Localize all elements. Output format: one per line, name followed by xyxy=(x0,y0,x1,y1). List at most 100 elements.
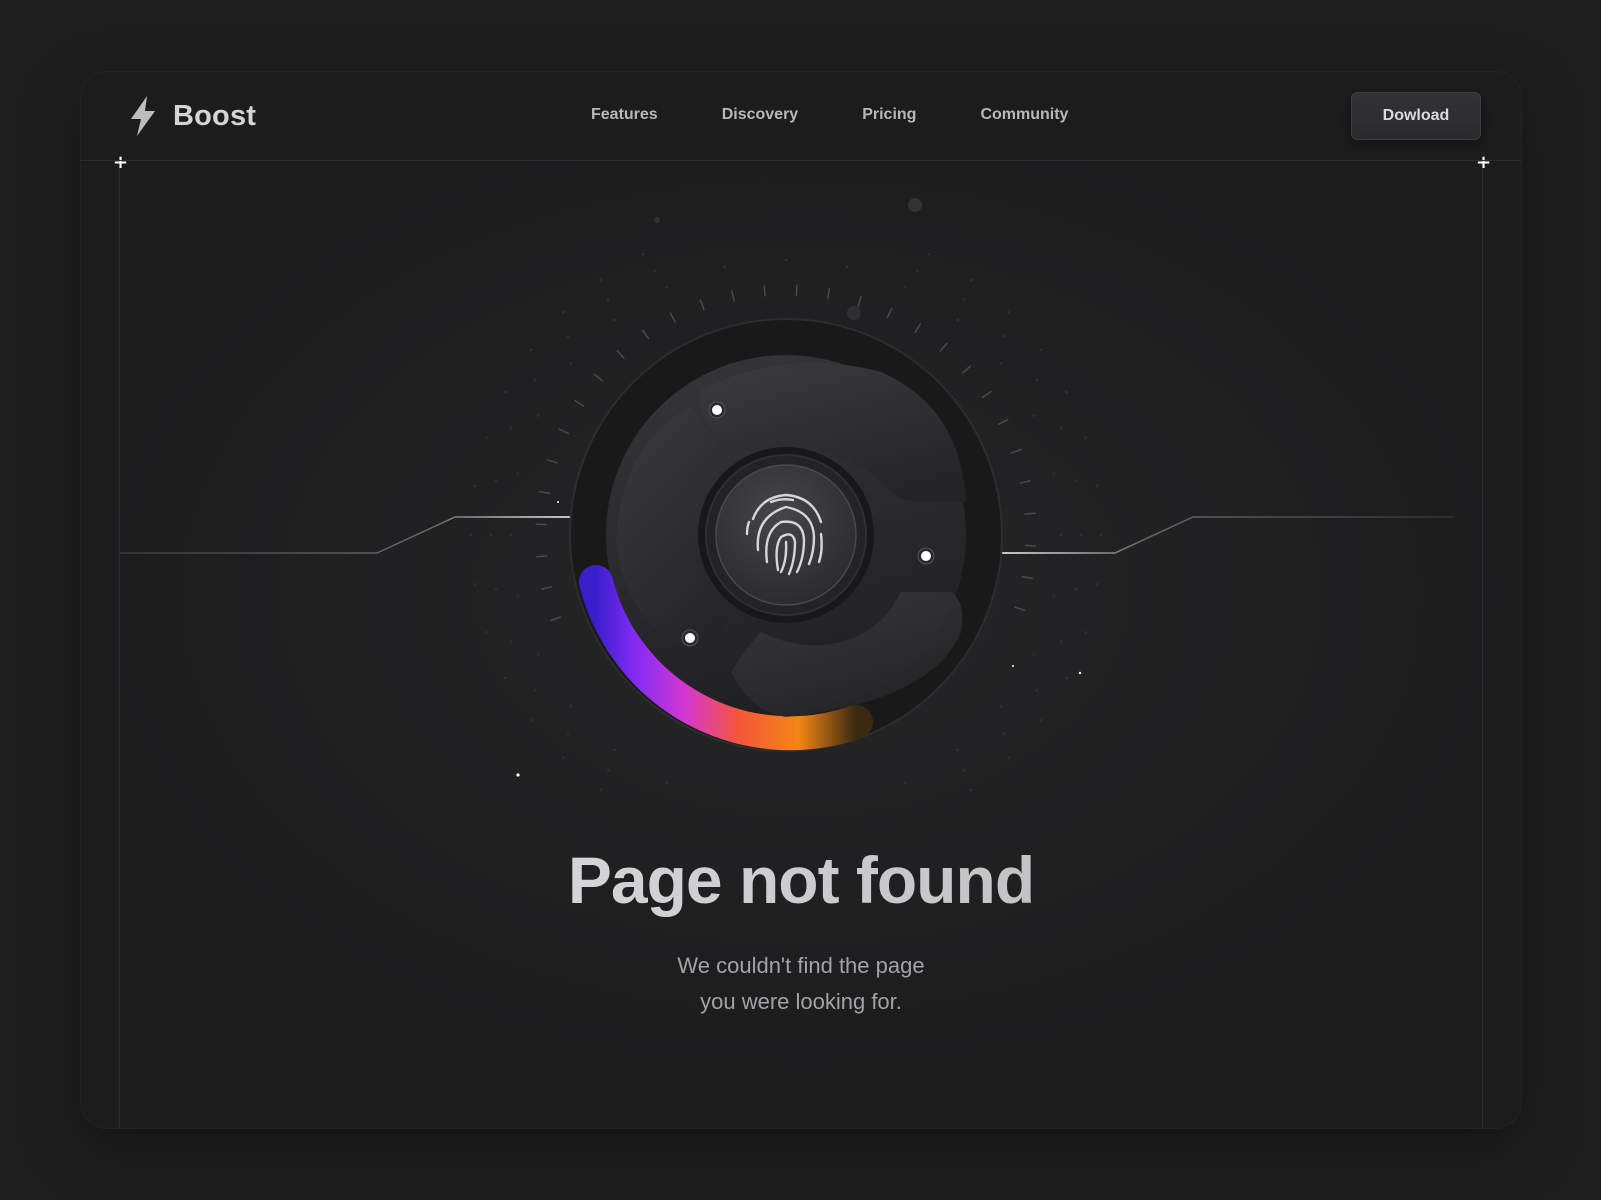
grid-dot xyxy=(1095,582,1099,586)
grid-dot xyxy=(529,718,533,722)
grid-dot xyxy=(469,533,473,537)
brand-logo[interactable]: Boost xyxy=(127,94,256,138)
grid-dot xyxy=(489,533,493,537)
grid-dot xyxy=(494,479,498,483)
grid-dot xyxy=(784,258,788,262)
grid-dot xyxy=(606,769,610,772)
subtitle-line-2: you were looking for. xyxy=(700,989,902,1014)
grid-dot xyxy=(473,484,477,488)
grid-dot xyxy=(566,732,570,736)
grid-dot xyxy=(529,348,533,352)
grid-dot xyxy=(613,748,616,752)
subtitle-line-1: We couldn't find the page xyxy=(677,953,925,978)
page-subtitle: We couldn't find the page you were looki… xyxy=(601,948,1001,1020)
grid-dot xyxy=(509,427,513,430)
grid-dot xyxy=(723,265,727,269)
grid-dot xyxy=(927,252,931,256)
grid-dot xyxy=(969,788,973,792)
grid-dot xyxy=(1032,414,1036,418)
nav-link-features[interactable]: Features xyxy=(591,102,658,128)
grid-dot xyxy=(485,436,488,440)
grid-dot xyxy=(1039,348,1043,352)
grid-dot xyxy=(999,705,1003,708)
grid-dot xyxy=(533,688,537,692)
grid-dot xyxy=(1095,484,1099,488)
grid-dot xyxy=(903,781,907,785)
grid-dot xyxy=(561,310,565,314)
grid-dot xyxy=(916,269,919,273)
grid-dot xyxy=(665,285,669,289)
grid-dot xyxy=(962,298,966,301)
grid-dot xyxy=(1084,436,1087,440)
grid-dot xyxy=(1065,676,1069,680)
nav-link-discovery[interactable]: Discovery xyxy=(722,102,799,128)
grid-dot xyxy=(1099,533,1103,537)
dial-tick xyxy=(763,285,766,297)
grid-dot xyxy=(903,285,907,289)
dial-tick xyxy=(1024,512,1036,515)
lightning-bolt-icon xyxy=(131,96,155,136)
grid-dot xyxy=(1035,688,1039,692)
grid-dot xyxy=(1035,378,1039,382)
grid-dot xyxy=(503,676,507,680)
grid-dot xyxy=(845,265,849,269)
download-button[interactable]: Dowload xyxy=(1351,92,1481,140)
grid-dot xyxy=(473,582,477,586)
indicator-dot xyxy=(921,551,931,561)
grid-dot xyxy=(536,652,540,656)
grid-dot xyxy=(641,252,645,256)
nav-link-pricing[interactable]: Pricing xyxy=(862,102,916,128)
grid-dot xyxy=(1052,472,1056,476)
grid-dot xyxy=(1059,533,1063,537)
page-title: Page not found xyxy=(81,842,1521,918)
main-nav: Features Discovery Pricing Community xyxy=(591,102,1068,128)
grid-dot xyxy=(956,748,959,752)
page-frame: + + Boost Features Discovery Pricing Com… xyxy=(81,72,1521,1128)
grid-dot xyxy=(969,278,973,282)
grid-dot xyxy=(569,705,573,708)
grid-dot xyxy=(1032,652,1036,656)
grid-dot xyxy=(999,362,1003,365)
grid-dot xyxy=(1084,630,1087,634)
grid-dot xyxy=(1059,427,1063,430)
grid-dot xyxy=(1059,640,1063,643)
grid-dot xyxy=(1002,732,1006,736)
grid-dot xyxy=(1002,334,1006,338)
guide-line-left xyxy=(119,160,120,1128)
grid-dot xyxy=(1079,533,1083,537)
grid-dot xyxy=(613,318,616,322)
grid-dot xyxy=(566,334,570,338)
grid-dot xyxy=(1074,587,1078,591)
grid-dot xyxy=(1065,390,1069,394)
grid-dot xyxy=(599,278,603,282)
brand-name: Boost xyxy=(173,99,257,132)
grid-dot xyxy=(1052,594,1056,598)
grid-dot xyxy=(533,378,537,382)
grid-dot xyxy=(956,318,959,322)
grid-dot xyxy=(516,594,520,598)
grid-dot xyxy=(485,630,488,634)
grid-dot xyxy=(516,472,520,476)
grid-dot xyxy=(665,781,669,785)
grid-dot xyxy=(1007,310,1011,314)
grid-dot xyxy=(606,298,610,301)
grid-dot xyxy=(509,533,513,537)
indicator-dot xyxy=(712,405,722,415)
grid-dot xyxy=(1074,479,1078,483)
top-navbar: Boost Features Discovery Pricing Communi… xyxy=(81,72,1521,161)
nav-link-community[interactable]: Community xyxy=(980,102,1068,128)
grid-dot xyxy=(653,269,656,273)
grid-dot xyxy=(599,788,603,792)
grid-dot xyxy=(503,390,507,394)
guide-line-right xyxy=(1482,160,1483,1128)
grid-dot xyxy=(962,769,966,772)
grid-dot xyxy=(536,414,540,418)
grid-dot xyxy=(1039,718,1043,722)
indicator-dot xyxy=(685,633,695,643)
dial-tick xyxy=(536,555,548,558)
grid-dot xyxy=(509,640,513,643)
grid-dot xyxy=(561,756,565,760)
grid-dot xyxy=(494,587,498,591)
grid-dot xyxy=(569,362,573,365)
grid-dot xyxy=(1007,756,1011,760)
